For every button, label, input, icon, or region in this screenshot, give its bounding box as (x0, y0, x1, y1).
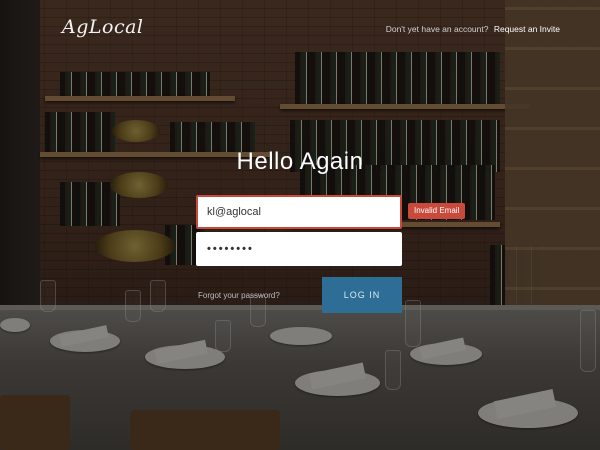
email-field[interactable] (196, 195, 402, 229)
invalid-email-badge: Invalid Email (408, 203, 466, 219)
password-field[interactable] (196, 232, 402, 266)
signup-prompt-text: Don't yet have an account? (385, 24, 489, 34)
login-button[interactable]: LOG IN (322, 277, 402, 313)
request-invite-link[interactable]: Request an Invite (494, 24, 560, 34)
page-title: Hello Again (236, 148, 364, 175)
signup-prompt: Don't yet have an account? Request an In… (386, 24, 560, 34)
app-logo[interactable]: AgLocal (62, 16, 144, 38)
forgot-password-link[interactable]: Forgot your password? (198, 291, 280, 300)
